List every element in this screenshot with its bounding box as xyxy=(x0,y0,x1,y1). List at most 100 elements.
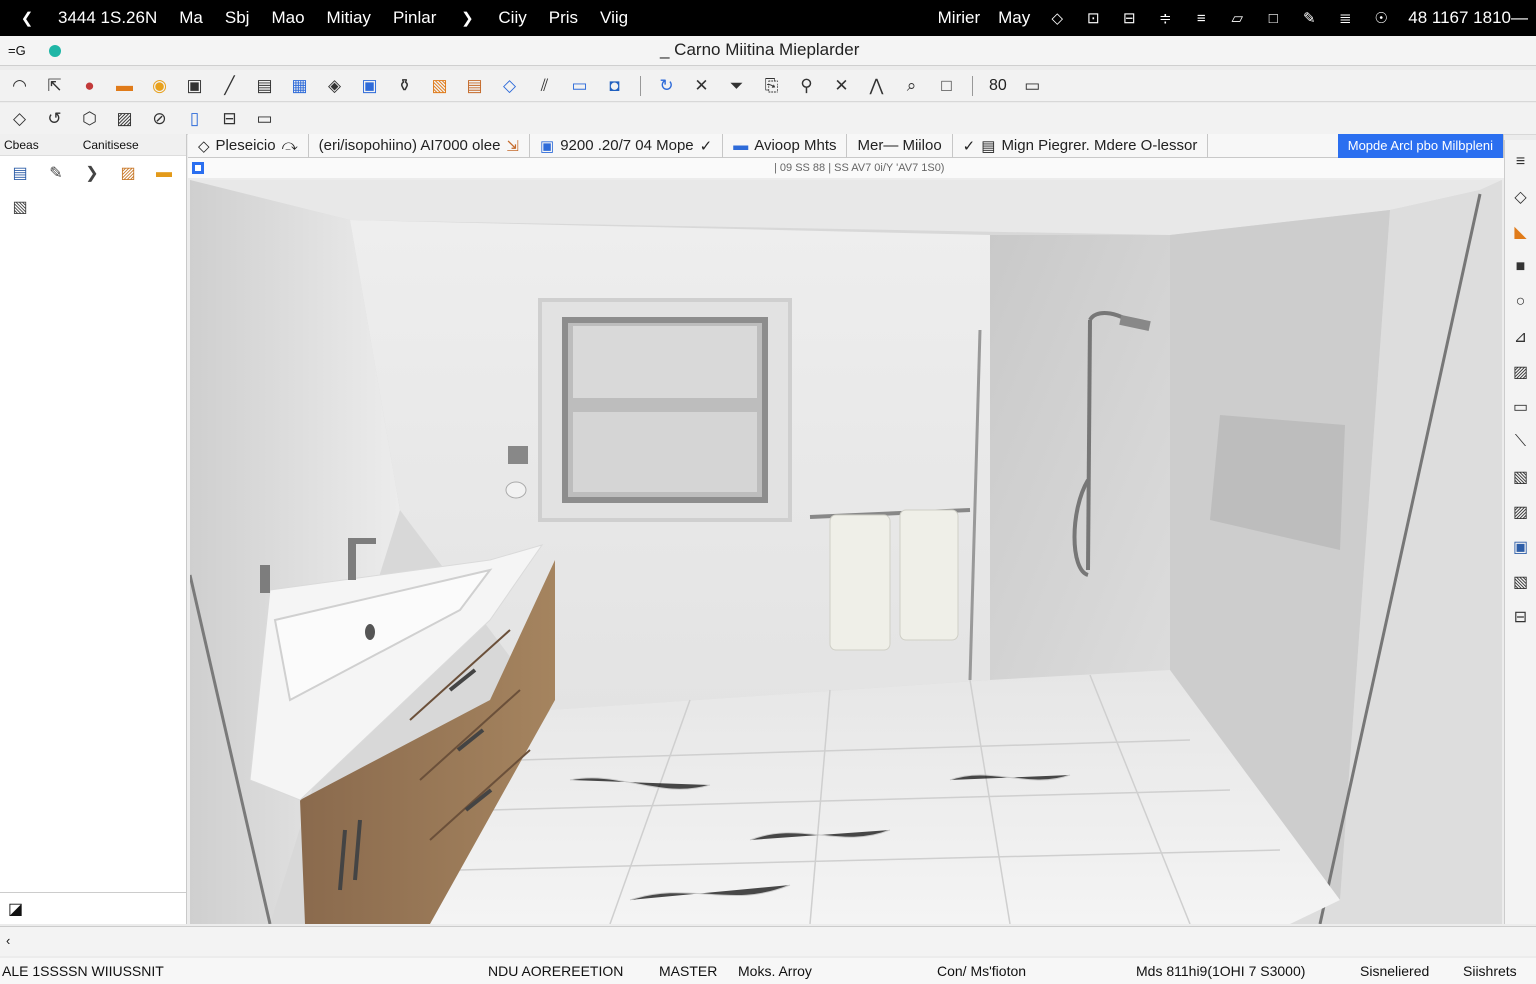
search-icon[interactable]: ⌕ xyxy=(898,73,925,99)
menu-item-6[interactable]: Ciiy xyxy=(498,8,526,28)
rectangle-icon[interactable]: □ xyxy=(933,73,960,99)
ruler-icon[interactable]: ⫽ xyxy=(531,73,558,99)
folder-open-icon[interactable]: ▨ xyxy=(116,162,140,184)
render-viewport[interactable] xyxy=(190,180,1502,924)
menu-lines-icon[interactable]: ≡ xyxy=(1509,150,1533,174)
menu-item-4[interactable]: Mitiay xyxy=(327,8,371,28)
storage-icon[interactable]: ⊟ xyxy=(1509,605,1533,629)
tag-icon[interactable]: ▧ xyxy=(426,73,453,99)
filter-icon[interactable]: ≑ xyxy=(1156,9,1174,27)
bucket-icon[interactable]: ⚱ xyxy=(391,73,418,99)
menu-item-right-2[interactable]: May xyxy=(998,8,1030,28)
frame-icon[interactable]: ▭ xyxy=(1019,73,1046,99)
tape-icon[interactable]: ◇ xyxy=(496,73,523,99)
menu-icon[interactable]: ≣ xyxy=(1336,9,1354,27)
close-icon[interactable]: ✕ xyxy=(828,73,855,99)
menu-item-8[interactable]: Viig xyxy=(600,8,628,28)
select-box-icon[interactable]: ⊿ xyxy=(1509,325,1533,349)
check-icon: ✓ xyxy=(962,137,976,155)
zoom-value[interactable]: 80 xyxy=(985,77,1011,95)
menu-item-3[interactable]: Mao xyxy=(271,8,304,28)
panel-icon[interactable]: ▭ xyxy=(566,73,593,99)
line-icon[interactable]: ╱ xyxy=(216,73,243,99)
align-icon[interactable]: ⊟ xyxy=(216,106,243,132)
menu-item-5[interactable]: Pinlar xyxy=(393,8,436,28)
image-icon[interactable]: ▣ xyxy=(356,73,383,99)
paint-icon[interactable]: ◉ xyxy=(146,73,173,99)
forward-icon[interactable]: ❯ xyxy=(458,9,476,27)
compass-icon[interactable]: ⚲ xyxy=(793,73,820,99)
eraser-icon[interactable]: ◈ xyxy=(321,73,348,99)
circle-icon[interactable]: ○ xyxy=(1509,290,1533,314)
viewport-marker-icon xyxy=(192,162,204,174)
tab-3[interactable]: ▬ Avioop Mhts xyxy=(723,133,848,158)
texture-icon[interactable]: ▨ xyxy=(1509,360,1533,384)
edit-icon[interactable]: ◪ xyxy=(8,899,23,919)
menu-item-1[interactable]: Ma xyxy=(179,8,203,28)
sketch-icon[interactable]: ▧ xyxy=(1509,465,1533,489)
window-icon[interactable]: ⊡ xyxy=(1084,9,1102,27)
line-tool-icon[interactable]: ⟍ xyxy=(1509,430,1533,454)
panel-tab-1[interactable]: Cbeas xyxy=(4,138,39,152)
diamond-tool-icon[interactable]: ◇ xyxy=(1509,185,1533,209)
arc-icon[interactable]: ⋀ xyxy=(863,73,890,99)
notes-icon[interactable]: ▤ xyxy=(461,73,488,99)
tools-icon[interactable]: ✕ xyxy=(688,73,715,99)
record-icon[interactable]: ● xyxy=(76,73,103,99)
tab-label: Mign Piegrer. Mdere O-lessor xyxy=(1001,137,1198,154)
tab-4[interactable]: Mer— Miiloo xyxy=(847,133,953,158)
rotate-icon[interactable]: ↻ xyxy=(653,73,680,99)
menu-item-2[interactable]: Sbj xyxy=(225,8,250,28)
tab-active[interactable]: Mopde Arcl pbo Milbpleni xyxy=(1337,133,1504,158)
square-black-icon[interactable]: ■ xyxy=(1509,255,1533,279)
photo-tool-icon[interactable]: ▧ xyxy=(1509,570,1533,594)
user-icon[interactable]: ☉ xyxy=(1372,9,1390,27)
camera-icon[interactable]: ▣ xyxy=(1509,535,1533,559)
tray-icon[interactable]: ▬ xyxy=(152,162,176,184)
device-icon[interactable]: ▯ xyxy=(181,106,208,132)
folder-icon[interactable]: ▱ xyxy=(1228,9,1246,27)
right-toolbar: ≡ ◇ ◣ ■ ○ ⊿ ▨ ▭ ⟍ ▧ ▨ ▣ ▧ ⊟ xyxy=(1504,140,1536,924)
orbit-icon[interactable]: ◠ xyxy=(6,73,33,99)
section-icon[interactable]: ⊘ xyxy=(146,106,173,132)
hatch-icon[interactable]: ▨ xyxy=(111,106,138,132)
back-icon[interactable]: ❮ xyxy=(18,9,36,27)
status-selection: Sisneliered xyxy=(1360,963,1430,979)
tab-5[interactable]: ✓ ▤ Mign Piegrer. Mdere O-lessor xyxy=(953,133,1209,158)
square-icon[interactable]: □ xyxy=(1264,9,1282,27)
page-icon[interactable]: ▤ xyxy=(251,73,278,99)
horizontal-scrollbar[interactable]: ‹ xyxy=(0,926,1536,956)
funnel-icon[interactable]: ⏷ xyxy=(723,73,750,99)
save-icon[interactable]: ▤ xyxy=(8,162,32,184)
chevron-right-icon[interactable]: ❯ xyxy=(80,162,104,184)
export-icon[interactable]: ◘ xyxy=(601,73,628,99)
pen-icon[interactable]: ✎ xyxy=(1300,9,1318,27)
tab-1[interactable]: (eri/isopohiino) AI7000 olee ⇲ xyxy=(309,133,530,158)
sketch-icon-2[interactable]: ▨ xyxy=(1509,500,1533,524)
menu-item-7[interactable]: Pris xyxy=(549,8,578,28)
tab-label: Pleseicio xyxy=(215,137,276,154)
component-icon[interactable]: ▣ xyxy=(181,73,208,99)
push-pull-icon[interactable]: ⎘ xyxy=(758,73,785,99)
eraser-tool-icon[interactable]: ◇ xyxy=(6,106,33,132)
material-icon[interactable]: ▬ xyxy=(111,73,138,99)
list-icon[interactable]: ≡ xyxy=(1192,9,1210,27)
scroll-left-icon[interactable]: ‹ xyxy=(6,933,10,948)
photo-icon[interactable]: ▧ xyxy=(8,196,32,218)
select-icon[interactable]: ⇱ xyxy=(41,73,68,99)
tab-2[interactable]: ▣ 9200 .20/7 04 Mope ✓ xyxy=(530,133,724,158)
layers-icon[interactable]: ▦ xyxy=(286,73,313,99)
minus-box-icon[interactable]: ⊟ xyxy=(1120,9,1138,27)
panel-tab-2[interactable]: Canitisese xyxy=(83,138,139,152)
box-icon[interactable]: ▭ xyxy=(251,106,278,132)
panel-footer: ◪ xyxy=(0,892,186,924)
panel-tool-icon[interactable]: ▭ xyxy=(1509,395,1533,419)
window-control[interactable]: =G xyxy=(8,43,26,58)
menu-item-right-1[interactable]: Mirier xyxy=(938,8,981,28)
tab-0[interactable]: ◇ Pleseicio ⤼ xyxy=(188,133,309,158)
rotate-tool-icon[interactable]: ↺ xyxy=(41,106,68,132)
brush-icon[interactable]: ✎ xyxy=(44,162,68,184)
fire-icon[interactable]: ◣ xyxy=(1509,220,1533,244)
polygon-icon[interactable]: ⬡ xyxy=(76,106,103,132)
diamond-icon[interactable]: ◇ xyxy=(1048,9,1066,27)
